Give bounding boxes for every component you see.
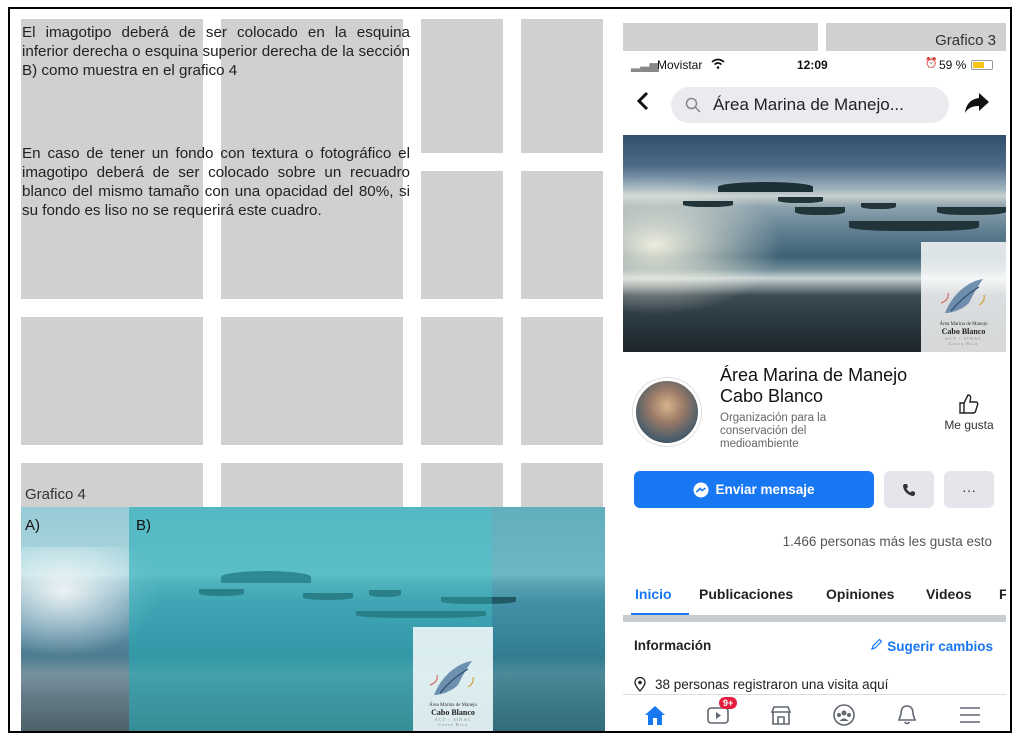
page-category: Organización para la conservación del me…: [720, 412, 827, 450]
document-page: El imagotipo deberá de ser colocado en l…: [8, 7, 1012, 733]
tab-opiniones[interactable]: Opiniones: [826, 586, 894, 602]
search-input[interactable]: Área Marina de Manejo...: [671, 87, 949, 123]
grid-block: [221, 317, 403, 445]
wifi-icon: [711, 58, 725, 72]
search-icon: [685, 97, 701, 113]
grid-block: [421, 19, 503, 153]
grafico-4-image: A) B) Área Marina de Manejo Cabo Blanco …: [21, 507, 605, 731]
battery-label: 59 %: [939, 58, 967, 72]
tab-publicaciones[interactable]: Publicaciones: [699, 586, 793, 602]
more-button[interactable]: ···: [944, 471, 994, 508]
tab-more[interactable]: F: [999, 586, 1006, 602]
messenger-icon: [693, 482, 709, 497]
pencil-icon: [871, 638, 883, 650]
clock: 12:09: [797, 58, 828, 72]
logo-line-2: Cabo Blanco: [431, 708, 475, 717]
grid-block: [521, 171, 603, 299]
avatar[interactable]: [633, 378, 701, 446]
grafico-4-label: Grafico 4: [25, 486, 86, 503]
back-button[interactable]: [636, 91, 649, 116]
grid-block: [521, 19, 603, 153]
island-shape: [718, 182, 813, 192]
grid-block: [421, 171, 503, 299]
grid-block: [521, 463, 603, 513]
visits-text: 38 personas registraron una visita aquí: [655, 677, 889, 692]
phone-screenshot: ▂▃▅ Movistar 12:09 ⏰ 59 % Área Marina de…: [623, 53, 1006, 731]
share-icon[interactable]: [964, 91, 990, 120]
grid-block: [21, 317, 203, 445]
signal-icon: ▂▃▅: [631, 58, 659, 72]
thumbs-up-icon: [959, 394, 979, 414]
send-message-button[interactable]: Enviar mensaje: [634, 471, 874, 508]
carrier-label: Movistar: [657, 58, 703, 72]
tab-videos[interactable]: Videos: [926, 586, 972, 602]
grid-block: [421, 463, 503, 513]
logo-line-4: Costa Rica: [948, 341, 979, 346]
call-button[interactable]: [884, 471, 934, 508]
section-divider: [623, 615, 1006, 622]
battery-icon: [971, 60, 993, 70]
sun-glow: [623, 175, 783, 315]
phone-icon: [903, 483, 915, 496]
grafico-3-label: Grafico 3: [935, 32, 996, 49]
groups-icon[interactable]: [831, 703, 857, 727]
grid-block: [623, 23, 818, 51]
imagotipo-logo: Área Marina de Manejo Cabo Blanco ACT - …: [413, 627, 493, 731]
tab-inicio[interactable]: Inicio: [635, 586, 672, 602]
grid-block: [421, 317, 503, 445]
cover-photo: Área Marina de Manejo Cabo Blanco ACT - …: [623, 135, 1006, 352]
boat-shape: [778, 197, 823, 203]
video-icon[interactable]: 9+: [705, 697, 738, 727]
grid-block: [521, 317, 603, 445]
whale-icon: [429, 661, 474, 695]
bottom-nav: 9+: [623, 694, 1006, 731]
visits-row: 38 personas registraron una visita aquí: [634, 677, 888, 692]
paragraph-placement: El imagotipo deberá de ser colocado en l…: [22, 24, 410, 79]
section-c-area: [492, 507, 605, 731]
location-pin-icon: [634, 677, 646, 692]
info-heading: Información: [634, 638, 712, 653]
boat-shape: [861, 203, 896, 209]
boat-shape: [849, 221, 979, 231]
alarm-icon: ⏰: [925, 58, 938, 69]
search-bar-row: Área Marina de Manejo...: [623, 85, 1006, 125]
search-text: Área Marina de Manejo...: [713, 95, 904, 114]
logo-line-4: Costa Rica: [438, 722, 468, 727]
like-label: Me gusta: [944, 418, 994, 432]
section-b-label: B): [136, 517, 151, 534]
section-a-area: [21, 507, 129, 731]
section-a-label: A): [25, 517, 40, 534]
boat-shape: [795, 207, 845, 215]
boat-shape: [937, 207, 1006, 215]
marketplace-icon[interactable]: [768, 703, 794, 727]
bell-icon[interactable]: [894, 703, 920, 727]
cover-imagotipo-logo: Área Marina de Manejo Cabo Blanco ACT - …: [921, 242, 1006, 352]
menu-icon[interactable]: [957, 703, 983, 727]
suggest-label: Sugerir cambios: [887, 639, 993, 654]
page-title: Área Marina de Manejo Cabo Blanco: [720, 365, 908, 406]
logo-line-2: Cabo Blanco: [941, 327, 986, 336]
page-tabs: Inicio Publicaciones Opiniones Videos F: [623, 583, 1006, 613]
likes-count: 1.466 personas más les gusta esto: [782, 534, 992, 549]
notification-badge: 9+: [719, 697, 738, 709]
boat-shape: [683, 201, 733, 207]
whale-icon: [940, 279, 985, 313]
send-message-label: Enviar mensaje: [715, 482, 815, 497]
grid-block: [221, 463, 403, 513]
home-icon[interactable]: [642, 703, 668, 727]
paragraph-background: En caso de tener un fondo con textura o …: [22, 145, 410, 219]
status-bar: ▂▃▅ Movistar 12:09 ⏰ 59 %: [623, 53, 1006, 77]
like-button[interactable]: Me gusta: [939, 393, 999, 432]
suggest-edits-link[interactable]: Sugerir cambios: [870, 638, 993, 654]
